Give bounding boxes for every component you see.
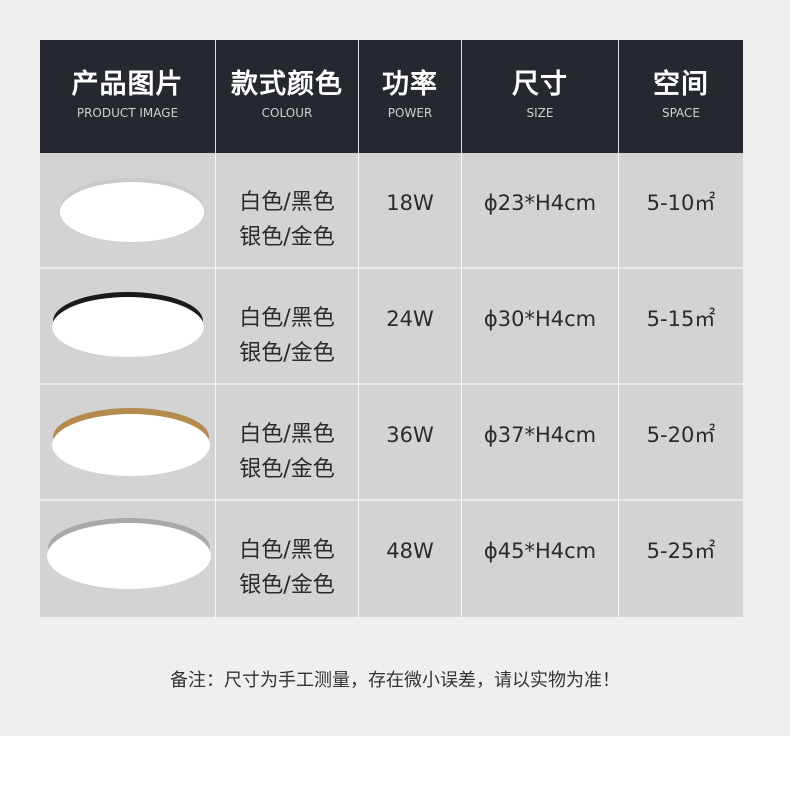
colour-options-line2: 银色/金色 — [239, 341, 335, 366]
ceiling-lamp-image — [47, 518, 211, 589]
column-divider — [618, 40, 619, 617]
spec-panel: 产品图片 PRODUCT IMAGE 款式颜色 COLOUR 功率 POWER … — [0, 0, 790, 736]
ceiling-lamp-image — [52, 408, 210, 476]
column-divider — [358, 40, 359, 617]
space-cell: 5-15㎡ — [619, 269, 743, 383]
colour-cell: 白色/黑色 银色/金色 — [216, 153, 358, 267]
size-value: ϕ37*H4cm — [483, 423, 597, 447]
table-row: 白色/黑色 银色/金色 24W ϕ30*H4cm 5-15㎡ — [40, 269, 743, 383]
power-cell: 18W — [359, 153, 461, 267]
header-space: 空间 SPACE — [619, 40, 743, 153]
size-cell: ϕ30*H4cm — [462, 269, 618, 383]
header-label-zh: 产品图片 — [71, 69, 184, 100]
space-cell: 5-10㎡ — [619, 153, 743, 267]
header-label-en: PRODUCT IMAGE — [76, 106, 179, 120]
lamp-diffuser — [47, 523, 211, 589]
lamp-diffuser — [60, 182, 204, 242]
header-power: 功率 POWER — [359, 40, 461, 153]
power-value: 18W — [386, 191, 434, 215]
power-value: 48W — [386, 539, 434, 563]
table-row: 白色/黑色 银色/金色 36W ϕ37*H4cm 5-20㎡ — [40, 385, 743, 499]
spec-table: 产品图片 PRODUCT IMAGE 款式颜色 COLOUR 功率 POWER … — [40, 40, 743, 617]
measurement-note: 备注：尺寸为手工测量，存在微小误差，请以实物为准！ — [170, 670, 620, 691]
header-label-zh: 空间 — [653, 69, 709, 100]
space-value: 5-20㎡ — [646, 423, 716, 447]
size-value: ϕ23*H4cm — [483, 191, 597, 215]
colour-options-line2: 银色/金色 — [239, 573, 335, 598]
column-divider — [215, 40, 216, 617]
header-label-zh: 尺寸 — [512, 69, 568, 100]
header-label-zh: 款式颜色 — [231, 69, 343, 100]
size-value: ϕ30*H4cm — [483, 307, 597, 331]
ceiling-lamp-image — [52, 292, 204, 357]
product-image-cell — [40, 385, 215, 499]
size-cell: ϕ23*H4cm — [462, 153, 618, 267]
header-label-en: SPACE — [661, 106, 701, 120]
colour-options-line1: 白色/黑色 — [239, 422, 335, 447]
power-cell: 48W — [359, 501, 461, 615]
lamp-diffuser — [52, 297, 204, 357]
product-image-cell — [40, 501, 215, 617]
space-value: 5-25㎡ — [646, 539, 716, 563]
column-divider — [461, 40, 462, 617]
space-value: 5-10㎡ — [646, 191, 716, 215]
colour-options-line1: 白色/黑色 — [239, 306, 335, 331]
colour-cell: 白色/黑色 银色/金色 — [216, 385, 358, 499]
header-colour: 款式颜色 COLOUR — [216, 40, 358, 153]
header-label-en: POWER — [387, 106, 433, 120]
size-cell: ϕ45*H4cm — [462, 501, 618, 615]
table-row: 白色/黑色 银色/金色 18W ϕ23*H4cm 5-10㎡ — [40, 153, 743, 267]
colour-options-line1: 白色/黑色 — [239, 538, 335, 563]
size-cell: ϕ37*H4cm — [462, 385, 618, 499]
header-size: 尺寸 SIZE — [462, 40, 618, 153]
table-row: 白色/黑色 银色/金色 48W ϕ45*H4cm 5-25㎡ — [40, 501, 743, 617]
header-product-image: 产品图片 PRODUCT IMAGE — [40, 40, 215, 153]
colour-options-line2: 银色/金色 — [239, 225, 335, 250]
product-image-cell — [40, 153, 215, 267]
space-value: 5-15㎡ — [646, 307, 716, 331]
lamp-diffuser — [52, 414, 210, 476]
power-value: 36W — [386, 423, 434, 447]
table-header: 产品图片 PRODUCT IMAGE 款式颜色 COLOUR 功率 POWER … — [40, 40, 743, 153]
colour-options-line2: 银色/金色 — [239, 457, 335, 482]
header-label-en: SIZE — [526, 106, 554, 120]
space-cell: 5-25㎡ — [619, 501, 743, 615]
size-value: ϕ45*H4cm — [483, 539, 597, 563]
colour-cell: 白色/黑色 银色/金色 — [216, 269, 358, 383]
product-image-cell — [40, 269, 215, 383]
colour-options-line1: 白色/黑色 — [239, 190, 335, 215]
power-value: 24W — [386, 307, 434, 331]
ceiling-lamp-image — [60, 178, 204, 242]
power-cell: 24W — [359, 269, 461, 383]
header-label-en: COLOUR — [261, 106, 313, 120]
header-label-zh: 功率 — [382, 69, 438, 100]
space-cell: 5-20㎡ — [619, 385, 743, 499]
colour-cell: 白色/黑色 银色/金色 — [216, 501, 358, 615]
power-cell: 36W — [359, 385, 461, 499]
